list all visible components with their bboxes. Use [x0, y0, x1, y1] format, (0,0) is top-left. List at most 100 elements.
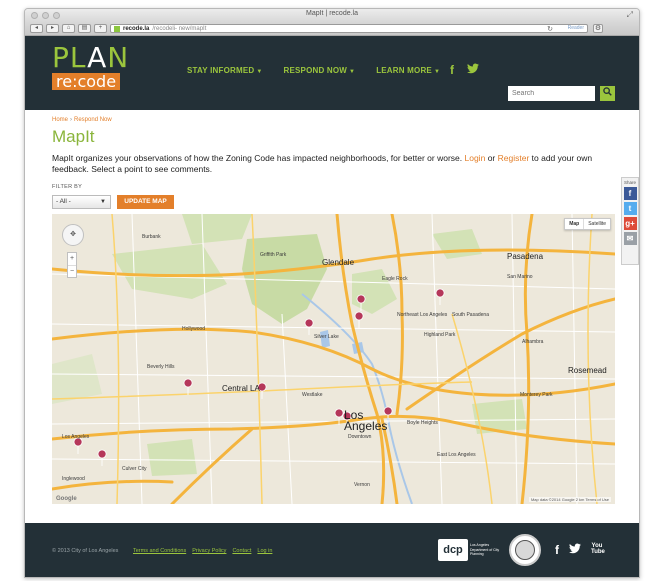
site-footer: © 2013 City of Los Angeles Terms and Con… — [25, 523, 639, 577]
nav-stay-informed[interactable]: STAY INFORMED ▼ — [187, 66, 263, 75]
dcp-logo[interactable]: dcp Los Angeles Department of City Plann… — [438, 538, 504, 562]
map-label: Highland Park — [424, 332, 456, 338]
map-label: Monterey Park — [520, 392, 553, 398]
map-marker — [354, 311, 364, 329]
zoom-out-button[interactable]: − — [68, 265, 76, 277]
map-label: Northeast Los Angeles — [397, 312, 448, 318]
window-title: MapIt | recode.la — [305, 10, 358, 17]
footer-links: Terms and Conditions Privacy Policy Cont… — [133, 548, 272, 554]
zoom-in-button[interactable]: + — [68, 253, 76, 265]
twitter-icon[interactable] — [467, 63, 479, 77]
facebook-icon[interactable]: f — [450, 63, 454, 77]
map-label: Downtown — [348, 434, 372, 440]
main-nav: STAY INFORMED ▼ RESPOND NOW ▼ LEARN MORE ▼ — [187, 66, 461, 75]
dcp-mark: dcp — [438, 539, 468, 561]
page-title: MapIt — [52, 127, 95, 146]
map-marker — [435, 288, 445, 306]
dcp-text: Los Angeles Department of City Planning — [470, 543, 500, 557]
reader-button[interactable]: Reader — [568, 25, 584, 31]
map-marker — [183, 378, 193, 396]
footer-link-terms[interactable]: Terms and Conditions — [133, 548, 186, 554]
chevron-down-icon: ▼ — [100, 199, 106, 205]
breadcrumb: Home › Respond Now — [52, 117, 112, 123]
copyright-text: © 2013 City of Los Angeles — [52, 548, 119, 554]
filter-label: FILTER BY — [52, 184, 83, 190]
reload-icon[interactable]: ↻ — [547, 25, 553, 33]
facebook-icon[interactable]: f — [555, 543, 559, 557]
twitter-icon[interactable] — [569, 543, 581, 557]
map-label: Burbank — [142, 234, 161, 240]
chevron-down-icon: ▼ — [349, 69, 356, 75]
zoom-control: + − — [67, 252, 77, 278]
bookmarks-icon[interactable]: ▤ — [78, 24, 91, 33]
nav-respond-now[interactable]: RESPOND NOW ▼ — [284, 66, 356, 75]
breadcrumb-home[interactable]: Home — [52, 117, 68, 123]
map-label: Culver City — [122, 466, 147, 472]
register-link[interactable]: Register — [498, 153, 530, 163]
footer-link-contact[interactable]: Contact — [232, 548, 251, 554]
filter-select[interactable]: - All - ▼ — [52, 195, 111, 209]
footer-link-login[interactable]: Log in — [257, 548, 272, 554]
map-label: Rosemead — [568, 366, 607, 375]
search-button[interactable] — [600, 86, 615, 101]
map-label: Los Angeles — [62, 434, 90, 440]
map-label: Inglewood — [62, 476, 85, 482]
map-label: Silver Lake — [314, 334, 339, 340]
map-label: Angeles — [344, 419, 388, 433]
google-logo: Google — [56, 496, 77, 502]
share-google-plus-icon[interactable]: g+ — [623, 217, 637, 230]
map-label: Beverly Hills — [147, 364, 175, 370]
search-input[interactable] — [508, 86, 595, 101]
chevron-down-icon: ▼ — [256, 69, 263, 75]
map-credit[interactable]: Map data ©2014 Google 2 km Terms of Use — [528, 497, 611, 502]
map-label: East Los Angeles — [437, 452, 476, 458]
map[interactable]: Glendale Pasadena Central LA Los Angeles… — [52, 214, 615, 504]
favicon-icon — [114, 25, 120, 32]
login-link[interactable]: Login — [465, 153, 486, 163]
url-path: /recodeli- new/mapIt — [152, 25, 207, 32]
plan-recode-logo[interactable]: PLAN re:code — [52, 41, 130, 92]
map-label: Griffith Park — [260, 252, 287, 258]
map-marker — [97, 449, 107, 467]
header-social: f — [450, 63, 479, 77]
share-bar: Share f t g+ ✉ — [621, 177, 639, 265]
map-type-satellite-button[interactable]: Satellite — [584, 219, 610, 229]
page-content: Home › Respond Now MapIt MapIt organizes y… — [25, 110, 639, 524]
add-bookmark-button[interactable]: + — [94, 24, 107, 33]
youtube-icon[interactable]: You Tube — [591, 543, 605, 557]
footer-link-privacy[interactable]: Privacy Policy — [192, 548, 226, 554]
map-label: Vernon — [354, 482, 370, 488]
map-marker — [304, 318, 314, 336]
map-label: Hollywood — [182, 326, 206, 332]
browser-toolbar: ◂ ▸ ⌂ ▤ + recode.la /recodeli- new/mapIt… — [25, 22, 639, 36]
site-header: PLAN re:code STAY INFORMED ▼ RESPOND NOW ▼… — [25, 36, 639, 110]
map-label: Alhambra — [522, 339, 544, 345]
map-label: Boyle Heights — [407, 420, 438, 426]
forward-button[interactable]: ▸ — [46, 24, 59, 33]
map-label: Westlake — [302, 392, 323, 398]
map-label: San Marino — [507, 274, 533, 280]
city-seal-icon[interactable] — [509, 534, 541, 566]
update-map-button[interactable]: UPDATE MAP — [117, 195, 174, 209]
map-label: South Pasadena — [452, 312, 489, 318]
address-bar[interactable]: recode.la /recodeli- new/mapIt ↻ Reader — [110, 24, 588, 33]
fullscreen-icon[interactable]: ⤢ — [627, 10, 633, 20]
share-facebook-icon[interactable]: f — [623, 187, 637, 200]
pan-control[interactable]: ✥ — [62, 224, 84, 246]
home-icon[interactable]: ⌂ — [62, 24, 75, 33]
gear-icon[interactable]: ⚙ — [593, 24, 603, 33]
breadcrumb-current[interactable]: Respond Now — [74, 117, 112, 123]
nav-learn-more[interactable]: LEARN MORE ▼ — [376, 66, 440, 75]
breadcrumb-separator: › — [70, 117, 73, 123]
map-label: Pasadena — [507, 252, 544, 261]
back-button[interactable]: ◂ — [30, 24, 43, 33]
url-host: recode.la — [123, 25, 150, 32]
share-twitter-icon[interactable]: t — [623, 202, 637, 215]
share-title: Share — [623, 180, 636, 185]
browser-window: MapIt | recode.la ⤢ ◂ ▸ ⌂ ▤ + recode.la … — [24, 8, 640, 578]
map-type-control: Map Satellite — [564, 218, 611, 230]
map-type-map-button[interactable]: Map — [565, 219, 585, 229]
logo-plan-text: PLAN — [52, 41, 130, 74]
share-email-icon[interactable]: ✉ — [623, 232, 637, 245]
footer-social: f You Tube — [555, 543, 605, 557]
